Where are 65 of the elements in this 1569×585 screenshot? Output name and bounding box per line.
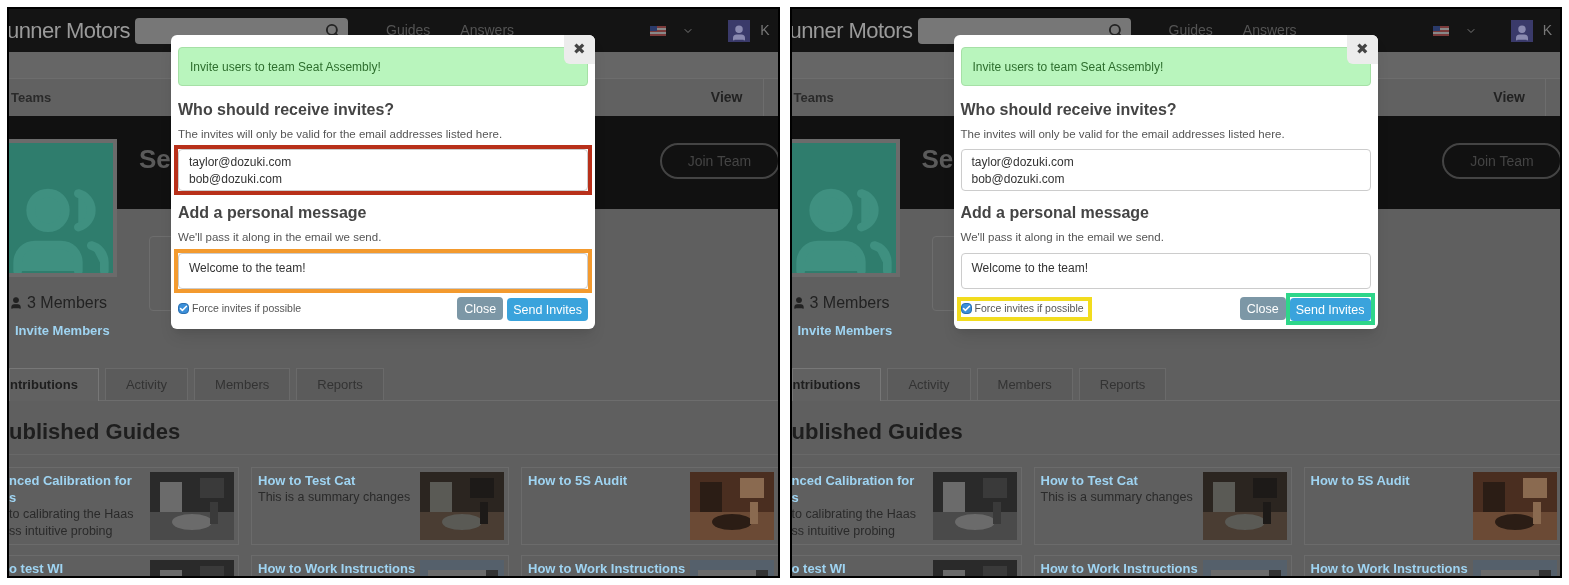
guide-title[interactable]: nced Calibration for — [791, 472, 916, 489]
guide-card[interactable]: How to Work Instructions — [521, 555, 778, 576]
person-icon — [9, 296, 23, 310]
message-field[interactable]: Welcome to the team! — [178, 252, 588, 289]
close-button[interactable]: Close — [457, 297, 504, 321]
section-heading: Who should receive invites? — [960, 100, 1178, 120]
guide-title[interactable]: o test WI — [791, 560, 846, 576]
invite-members-link[interactable]: Invite Members — [15, 321, 110, 341]
email-field[interactable]: taylor@dozuki.com bob@dozuki.com — [960, 149, 1371, 192]
site-logo[interactable]: unner Motors — [791, 14, 918, 47]
guide-title[interactable]: How to Test Cat — [258, 472, 411, 489]
site-logo[interactable]: unner Motors — [9, 14, 135, 47]
guide-title[interactable]: How to Work Instructions — [1040, 560, 1198, 576]
checkbox-label[interactable]: Force invites if possible — [192, 301, 302, 317]
send-invites-button[interactable]: Send Invites — [507, 298, 588, 322]
force-checkbox[interactable] — [960, 303, 972, 315]
flag-icon[interactable] — [1432, 25, 1449, 36]
guide-title[interactable]: o test WI — [9, 560, 64, 576]
search-icon — [325, 23, 340, 38]
user-avatar[interactable] — [728, 19, 751, 42]
team-name: Se — [139, 143, 171, 176]
send-invites-button[interactable]: Send Invites — [1289, 298, 1371, 322]
help-text: The invites will only be valid for the email addresses listed here. — [178, 127, 504, 142]
email-field[interactable]: taylor@dozuki.com bob@dozuki.com — [178, 149, 588, 192]
guide-card[interactable]: o test WI — [791, 555, 1022, 576]
help-text: We'll pass it along in the email we send. — [960, 230, 1165, 246]
tab[interactable]: ntributions — [791, 368, 882, 401]
close-button[interactable]: Close — [1239, 297, 1286, 321]
guide-title[interactable]: How to Test Cat — [1040, 472, 1193, 489]
guide-card[interactable]: How to 5S Audit — [1303, 467, 1560, 545]
user-avatar[interactable] — [1510, 19, 1533, 42]
flag-icon[interactable] — [650, 25, 667, 36]
help-text: The invites will only be valid for the email addresses listed here. — [960, 127, 1286, 142]
help-text: We'll pass it along in the email we send. — [178, 230, 383, 246]
force-checkbox[interactable] — [178, 303, 189, 315]
guide-card[interactable]: How to Work Instructions — [1033, 555, 1292, 576]
person-icon — [791, 296, 806, 310]
invite-members-link[interactable]: Invite Members — [797, 321, 893, 341]
guide-title[interactable]: nced Calibration for — [9, 472, 134, 489]
guide-card[interactable]: How to 5S Audit — [521, 467, 778, 545]
team-name: Se — [921, 143, 954, 176]
user-name[interactable]: K — [760, 20, 770, 41]
guide-card[interactable]: o test WI — [9, 555, 239, 576]
section-heading: Who should receive invites? — [178, 100, 396, 120]
guide-title[interactable]: s — [9, 489, 134, 506]
section-heading: Add a personal message — [178, 203, 368, 224]
guide-title[interactable]: How to 5S Audit — [1310, 472, 1410, 489]
message-field[interactable]: Welcome to the team! — [960, 252, 1371, 289]
breadcrumb-link[interactable]: Teams — [11, 87, 52, 108]
user-name[interactable]: K — [1542, 20, 1552, 41]
guide-title[interactable]: s — [791, 489, 916, 506]
guide-title[interactable]: How to 5S Audit — [528, 472, 628, 489]
guide-title[interactable]: How to Work Instructions — [1310, 560, 1468, 576]
guide-title[interactable]: How to Work Instructions — [258, 560, 416, 576]
section-title: ublished Guides — [791, 419, 963, 444]
guide-title[interactable]: How to Work Instructions — [528, 560, 686, 576]
tab[interactable]: ntributions — [9, 368, 99, 401]
section-heading: Add a personal message — [960, 203, 1150, 224]
section-title: ublished Guides — [9, 419, 181, 444]
member-count: 3 Members — [27, 293, 108, 313]
search-icon — [1107, 23, 1123, 38]
guide-card[interactable]: How to Work Instructions — [1303, 555, 1560, 576]
checkbox-label[interactable]: Force invites if possible — [974, 301, 1084, 317]
member-count: 3 Members — [809, 293, 890, 313]
guide-card[interactable]: How to Work Instructions — [251, 555, 509, 576]
